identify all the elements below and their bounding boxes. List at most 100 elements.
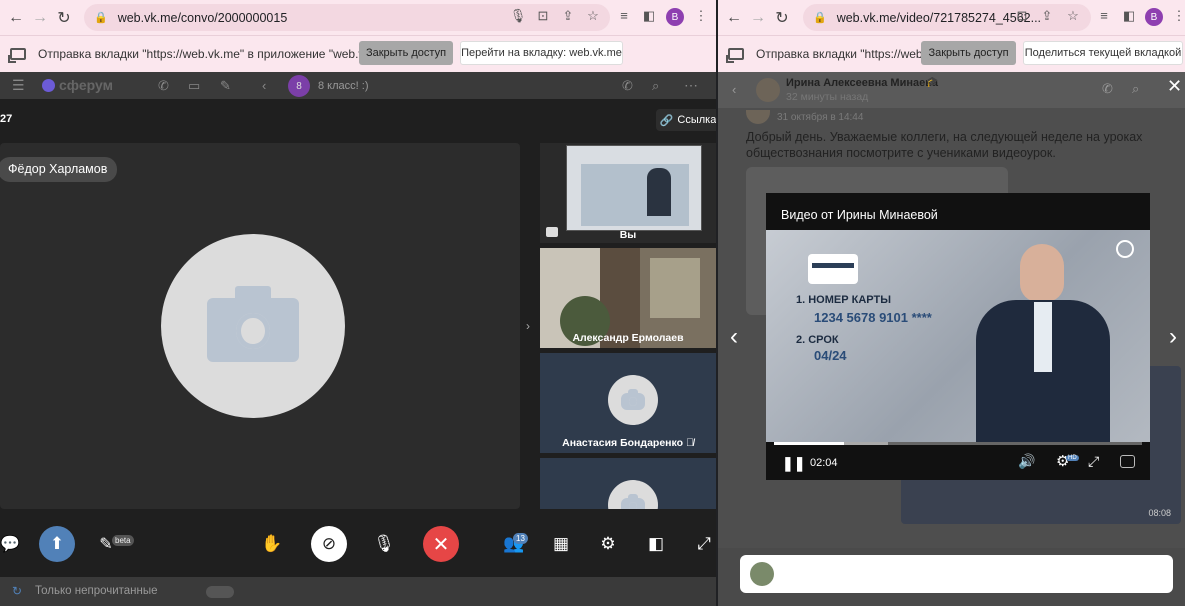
- sidepanel-icon[interactable]: ◧: [1120, 8, 1138, 24]
- left-address-bar[interactable]: 🔒 web.vk.me/convo/2000000015: [84, 4, 610, 31]
- mic-icon[interactable]: 🎙: [509, 8, 527, 24]
- lock-icon: 🔒: [813, 12, 827, 24]
- microphone-button[interactable]: 🎙: [366, 526, 402, 562]
- thumb-duration: 08:08: [1148, 508, 1171, 518]
- bookmark-star-icon[interactable]: ☆: [1064, 8, 1082, 24]
- slide-item-2: 2. СРОК: [796, 334, 839, 346]
- sender-time: 32 минуты назад: [786, 91, 869, 103]
- pause-icon[interactable]: ❚❚: [782, 455, 805, 472]
- tile-name: Вы: [619, 229, 637, 241]
- chat-icon[interactable]: 💬: [0, 526, 28, 562]
- lock-icon: 🔒: [94, 12, 108, 24]
- reload-icon[interactable]: ↻: [52, 6, 76, 30]
- unread-toggle[interactable]: [206, 586, 234, 598]
- left-url: web.vk.me/convo/2000000015: [117, 10, 288, 25]
- camera-off-placeholder: [608, 375, 658, 425]
- left-infobar-text: Отправка вкладки "https://web.vk.me" в п…: [38, 47, 405, 61]
- install-app-icon[interactable]: ⊡: [534, 8, 552, 24]
- screen-share-preview: [566, 145, 702, 231]
- install-app-icon[interactable]: ⊡: [1013, 8, 1031, 24]
- grid-view-icon[interactable]: ▦: [543, 526, 579, 562]
- chat-avatar: 8: [288, 75, 310, 97]
- profile-avatar[interactable]: B: [666, 8, 684, 26]
- tiles-arrow-icon[interactable]: ›: [526, 319, 530, 333]
- tile-participant[interactable]: [540, 458, 716, 509]
- message-text: Добрый день. Уважаемые коллеги, на следу…: [746, 130, 1143, 160]
- verified-icon: 🎓: [926, 77, 939, 88]
- share-icon[interactable]: ⇪: [559, 8, 577, 24]
- chat-title: 8 класс! :): [318, 80, 369, 92]
- add-call-icon[interactable]: ✆: [158, 78, 169, 94]
- archive-icon[interactable]: ▭: [188, 78, 200, 94]
- back-icon[interactable]: ←: [4, 6, 28, 30]
- stop-sharing-button[interactable]: Закрыть доступ: [359, 41, 453, 65]
- prev-video-arrow-icon[interactable]: ‹: [730, 323, 738, 351]
- progress-track[interactable]: [774, 442, 1142, 445]
- tile-name: Анастасия Бондаренко 🎙̸: [562, 437, 694, 449]
- right-url: web.vk.me/video/721785274_4562...: [836, 10, 1042, 25]
- chat-back-icon[interactable]: ‹: [262, 78, 266, 93]
- refresh-icon: ↻: [12, 584, 23, 598]
- chat-header: ‹ Ирина Алексеевна Минаева 🎓 32 минуты н…: [718, 72, 1185, 108]
- vk-logo-icon[interactable]: [1120, 455, 1135, 468]
- fullscreen-icon[interactable]: ⤢: [686, 526, 716, 562]
- forward-icon[interactable]: →: [28, 6, 52, 30]
- phone-icon[interactable]: ✆: [1102, 81, 1113, 97]
- more-icon[interactable]: ⋯: [684, 77, 698, 94]
- channel-logo-icon: [1116, 240, 1134, 258]
- search-icon[interactable]: ⌕: [1132, 81, 1139, 97]
- media-queue-icon[interactable]: ≡: [1095, 8, 1113, 23]
- camera-off-placeholder: [161, 234, 345, 418]
- share-current-tab-button[interactable]: Поделиться текущей вкладкой: [1023, 41, 1183, 65]
- menu-icon[interactable]: ☰: [12, 77, 25, 94]
- forward-icon[interactable]: →: [746, 6, 770, 30]
- sender-name: Ирина Алексеевна Минаева: [786, 77, 938, 89]
- message-date: 31 октября в 14:44: [777, 112, 864, 123]
- back-arrow-icon[interactable]: ‹: [732, 82, 736, 97]
- bookmark-star-icon[interactable]: ☆: [584, 8, 602, 24]
- link-button[interactable]: 🔗 Ссылка: [656, 109, 716, 131]
- picture-in-picture-icon[interactable]: ◧: [638, 526, 674, 562]
- volume-icon[interactable]: 🔊: [1018, 453, 1035, 470]
- tile-participant[interactable]: Александр Ермолаев: [540, 248, 716, 348]
- vk-header: ☰ сферум ✆ ▭ ✎ ‹ 8 8 класс! :) ✆ ⌕ ⋯: [0, 72, 716, 99]
- speaker-name-badge: Фёдор Харламов: [0, 157, 118, 182]
- compose-icon[interactable]: ✎: [220, 78, 231, 94]
- close-viewer-icon[interactable]: ✕: [1167, 76, 1182, 97]
- fullscreen-icon[interactable]: ⤢: [1088, 453, 1099, 470]
- media-queue-icon[interactable]: ≡: [615, 8, 633, 23]
- user-avatar: [750, 562, 774, 586]
- menu-kebab-icon[interactable]: ⋮: [692, 8, 710, 24]
- reload-icon[interactable]: ↻: [770, 6, 794, 30]
- right-infobar-text: Отправка вкладки "https://web....: [756, 47, 936, 61]
- menu-kebab-icon[interactable]: ⋮: [1170, 8, 1185, 24]
- share-screen-button[interactable]: ⬆: [39, 526, 75, 562]
- share-icon[interactable]: ⇪: [1038, 8, 1056, 24]
- profile-avatar[interactable]: B: [1145, 8, 1163, 26]
- quality-badge: HD: [1066, 455, 1079, 461]
- beta-badge: beta: [112, 535, 134, 546]
- raise-hand-button[interactable]: ✋: [254, 526, 290, 562]
- camera-off-button[interactable]: ⊘: [311, 526, 347, 562]
- video-player: Видео от Ирины Минаевой 1. НОМЕР КАРТЫ 1…: [766, 193, 1150, 480]
- tile-self[interactable]: Вы: [540, 143, 716, 243]
- link-icon: 🔗: [659, 114, 674, 127]
- tile-participant[interactable]: Анастасия Бондаренко 🎙̸: [540, 353, 716, 453]
- phone-icon[interactable]: ✆: [622, 78, 633, 94]
- stop-sharing-button[interactable]: Закрыть доступ: [921, 41, 1016, 65]
- camera-icon: [621, 494, 645, 509]
- search-icon[interactable]: ⌕: [652, 78, 659, 94]
- end-call-button[interactable]: ✕: [423, 526, 459, 562]
- video-frame[interactable]: 1. НОМЕР КАРТЫ 1234 5678 9101 **** 2. СР…: [766, 230, 1150, 442]
- comment-input-bar[interactable]: [740, 555, 1173, 593]
- video-title: Видео от Ирины Минаевой: [781, 208, 938, 222]
- sidepanel-icon[interactable]: ◧: [640, 8, 658, 24]
- main-speaker-tile: Фёдор Харламов: [0, 143, 520, 509]
- participants-icon[interactable]: 👥: [496, 526, 532, 562]
- next-video-arrow-icon[interactable]: ›: [1169, 323, 1177, 351]
- presenter: [976, 244, 1110, 442]
- settings-gear-icon[interactable]: ⚙: [590, 526, 626, 562]
- camera-icon: [621, 389, 645, 410]
- back-icon[interactable]: ←: [722, 6, 746, 30]
- go-to-tab-button[interactable]: Перейти на вкладку: web.vk.me: [460, 41, 623, 65]
